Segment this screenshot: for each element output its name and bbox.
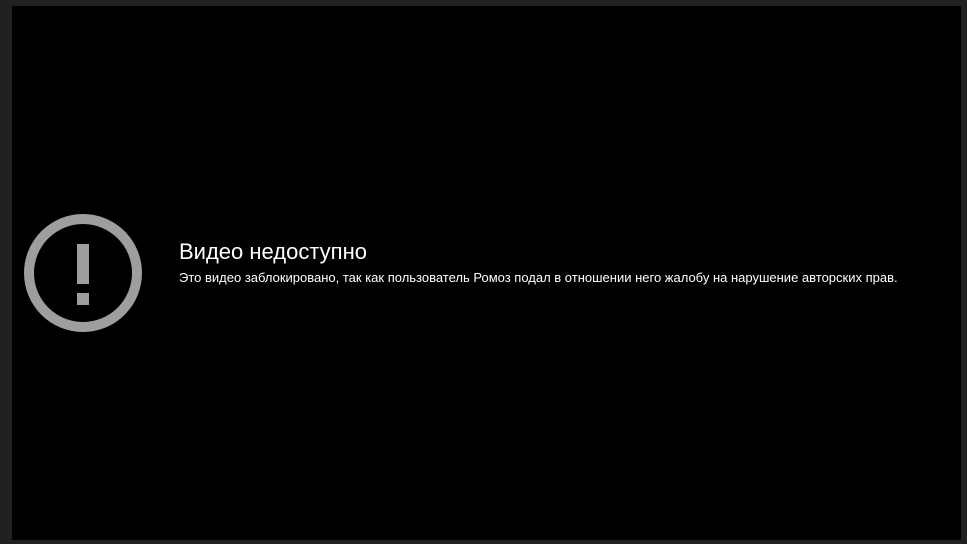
exclamation-circle-icon <box>23 213 143 333</box>
video-player[interactable]: Видео недоступно Это видео заблокировано… <box>12 6 961 540</box>
error-reason: Это видео заблокировано, так как пользов… <box>179 270 898 285</box>
error-message: Видео недоступно Это видео заблокировано… <box>179 239 955 288</box>
error-title: Видео недоступно <box>179 239 367 264</box>
